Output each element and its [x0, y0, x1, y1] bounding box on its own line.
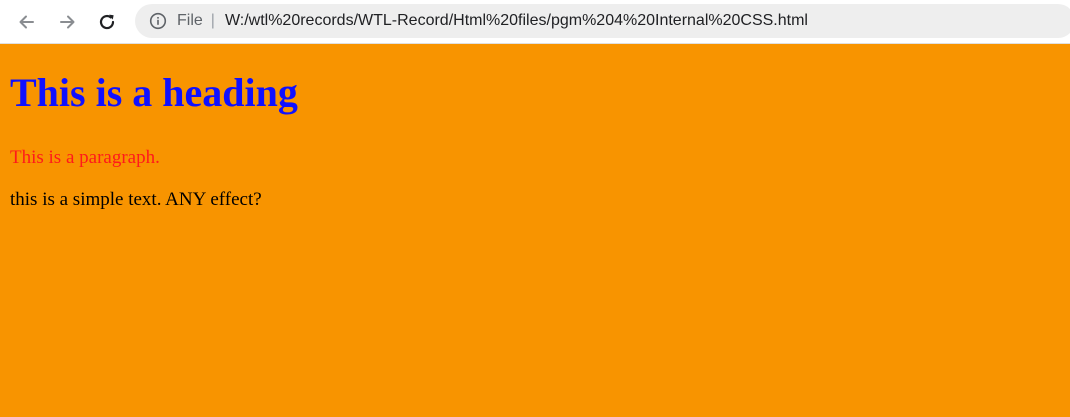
address-separator: |: [210, 12, 215, 29]
forward-button[interactable]: [53, 8, 81, 36]
page-content: This is a heading This is a paragraph. t…: [0, 44, 1070, 417]
browser-toolbar: File | W:/wtl%20records/WTL-Record/Html%…: [0, 0, 1070, 44]
info-circle-icon[interactable]: [149, 12, 167, 30]
arrow-right-icon: [60, 15, 75, 29]
page-paragraph: This is a paragraph.: [10, 147, 160, 168]
file-label: File: [177, 12, 203, 29]
page-heading: This is a heading: [10, 70, 298, 115]
reload-icon: [99, 14, 115, 30]
reload-button[interactable]: [93, 8, 121, 36]
address-bar[interactable]: File | W:/wtl%20records/WTL-Record/Html%…: [135, 4, 1070, 38]
back-button[interactable]: [13, 8, 41, 36]
simple-text: this is a simple text. ANY effect?: [10, 189, 262, 210]
arrow-left-icon: [19, 15, 34, 29]
url-text[interactable]: W:/wtl%20records/WTL-Record/Html%20files…: [225, 12, 808, 30]
